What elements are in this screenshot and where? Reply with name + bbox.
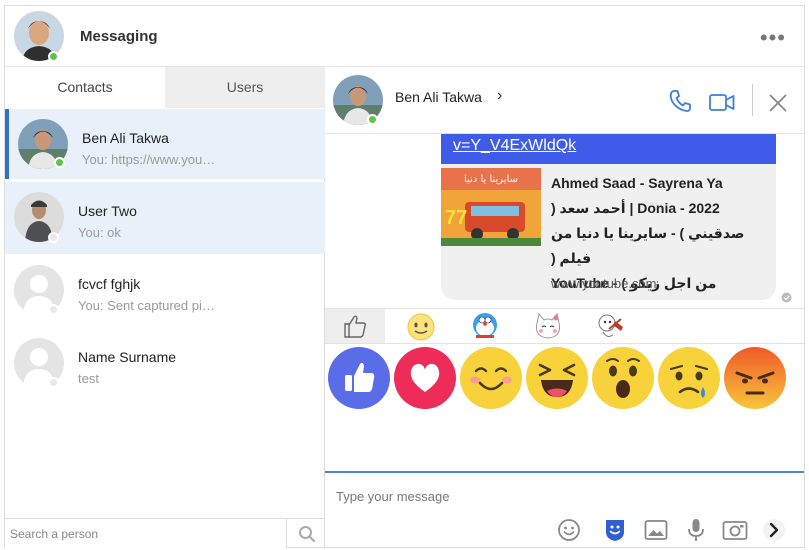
send-icon[interactable]	[761, 517, 787, 543]
online-indicator	[54, 157, 65, 168]
contact-item-name-surname[interactable]: Name Surname test	[5, 328, 325, 398]
chevron-right-icon[interactable]: ›	[497, 87, 502, 105]
phone-icon[interactable]	[669, 89, 691, 118]
app-title: Messaging	[80, 28, 158, 45]
blush-smile-reaction-icon[interactable]	[460, 347, 522, 409]
link-preview-title-line: Donia - 2022 | أحمد سعد (	[551, 200, 720, 216]
laugh-reaction-icon[interactable]	[526, 347, 588, 409]
header-divider	[752, 84, 753, 116]
contact-name: Name Surname	[78, 349, 177, 365]
link-preview-title-line: Ahmed Saad - Sayrena Ya	[551, 175, 723, 191]
smiley-sticker[interactable]	[403, 309, 439, 343]
contact-last-message: You: ok	[78, 225, 121, 240]
angry-reaction-icon[interactable]	[724, 347, 786, 409]
outgoing-message-bubble: v=Y_V4ExWldQk 77 سايرينا يا دنيا Ahmed S…	[441, 134, 776, 300]
peer-online-indicator	[367, 114, 378, 125]
read-receipt-icon	[781, 290, 792, 306]
like-icon[interactable]	[325, 309, 385, 343]
more-horizontal-icon[interactable]: •••	[760, 25, 786, 51]
sad-reaction-icon[interactable]	[658, 347, 720, 409]
link-preview-title-line: صدقيني ) - سايرينا يا دنيا من فيلم (	[551, 225, 745, 266]
message-link[interactable]: v=Y_V4ExWldQk	[453, 137, 576, 155]
message-composer	[325, 471, 804, 547]
wow-reaction-icon[interactable]	[592, 347, 654, 409]
message-input[interactable]	[336, 485, 786, 507]
sticker-icon[interactable]	[602, 517, 628, 543]
microphone-icon[interactable]	[683, 517, 709, 543]
search-input[interactable]	[5, 519, 287, 548]
thumbnail-number: 77	[445, 207, 467, 229]
sticker-tabs	[325, 308, 804, 344]
contact-item-fcvcf-fghjk[interactable]: fcvcf fghjk You: Sent captured pi…	[5, 255, 325, 325]
tab-users[interactable]: Users	[165, 67, 325, 108]
contact-item-user-two[interactable]: User Two You: ok	[5, 182, 325, 254]
contact-last-message: You: Sent captured pi…	[78, 298, 215, 313]
peer-name[interactable]: Ben Ali Takwa	[395, 89, 482, 105]
contact-last-message: You: https://www.you…	[82, 152, 216, 167]
offline-indicator	[48, 232, 59, 243]
my-online-indicator	[48, 51, 59, 62]
panel-tabs: Contacts Users	[5, 67, 325, 108]
close-icon[interactable]	[768, 93, 788, 118]
offline-indicator	[48, 377, 59, 388]
image-icon[interactable]	[643, 517, 669, 543]
messaging-window: Messaging ••• Contacts Users Ben Ali Tak…	[4, 5, 805, 548]
contacts-panel: Contacts Users Ben Ali Takwa You: https:…	[5, 67, 325, 548]
message-list: v=Y_V4ExWldQk 77 سايرينا يا دنيا Ahmed S…	[325, 134, 804, 306]
contact-name: User Two	[78, 203, 137, 219]
video-icon[interactable]	[709, 94, 735, 116]
emoji-icon[interactable]	[556, 517, 582, 543]
thumbnail-title: سايرينا يا دنيا	[464, 174, 518, 185]
like-reaction-icon[interactable]	[328, 347, 390, 409]
search-bar	[5, 518, 325, 548]
reaction-picker	[325, 345, 804, 471]
link-preview-domain: www.youtube.com	[551, 276, 657, 291]
contact-name: fcvcf fghjk	[78, 276, 141, 292]
contact-item-ben-ali-takwa[interactable]: Ben Ali Takwa You: https://www.you…	[5, 109, 325, 179]
app-header: Messaging •••	[5, 6, 804, 67]
cat-sticker[interactable]	[530, 309, 566, 343]
chat-header: Ben Ali Takwa ›	[325, 67, 804, 134]
camera-icon[interactable]	[722, 517, 748, 543]
contact-name: Ben Ali Takwa	[82, 130, 169, 146]
link-preview-thumbnail[interactable]: 77 سايرينا يا دنيا	[441, 168, 541, 246]
love-reaction-icon[interactable]	[394, 347, 456, 409]
message-link-strip: v=Y_V4ExWldQk	[441, 134, 776, 164]
search-icon[interactable]	[288, 519, 325, 548]
contact-last-message: test	[78, 371, 99, 386]
character-sticker[interactable]	[593, 309, 629, 343]
tab-contacts[interactable]: Contacts	[5, 67, 165, 108]
offline-indicator	[48, 304, 59, 315]
doraemon-sticker[interactable]	[467, 309, 503, 343]
